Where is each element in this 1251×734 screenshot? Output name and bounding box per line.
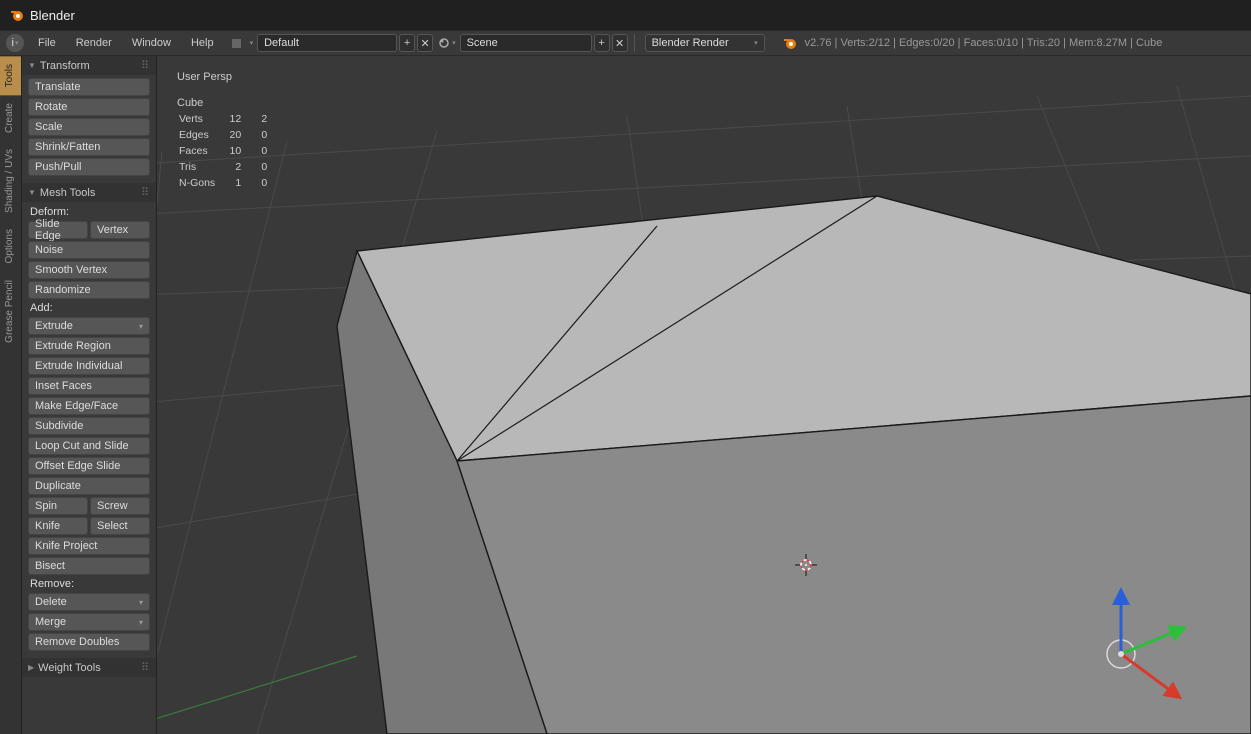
knife-button[interactable]: Knife xyxy=(28,517,88,535)
chevron-icon: ▾ xyxy=(139,322,143,331)
push-pull-button[interactable]: Push/Pull xyxy=(28,158,150,176)
viewport-overlay-stats: User Persp Cube Verts122 Edges200 Faces1… xyxy=(177,70,277,192)
make-edge-face-button[interactable]: Make Edge/Face xyxy=(28,397,150,415)
tab-tools[interactable]: Tools xyxy=(0,56,21,95)
info-editor-icon[interactable]: i▾ xyxy=(6,34,24,52)
titlebar-title: Blender xyxy=(30,8,75,23)
tab-create[interactable]: Create xyxy=(0,95,21,141)
screw-button[interactable]: Screw xyxy=(90,497,150,515)
panel-title: Weight Tools xyxy=(38,662,101,674)
layout-name-field[interactable]: Default xyxy=(257,34,397,52)
menu-help[interactable]: Help xyxy=(181,37,224,49)
remove-doubles-button[interactable]: Remove Doubles xyxy=(28,633,150,651)
table-row: Edges200 xyxy=(179,128,275,142)
stats-text: v2.76 | Verts:2/12 | Edges:0/20 | Faces:… xyxy=(805,37,1163,49)
layout-add-button[interactable]: + xyxy=(399,34,415,52)
delete-button[interactable]: Delete▾ xyxy=(28,593,150,611)
separator xyxy=(634,34,635,52)
loop-cut-button[interactable]: Loop Cut and Slide xyxy=(28,437,150,455)
offset-edge-slide-button[interactable]: Offset Edge Slide xyxy=(28,457,150,475)
add-label: Add: xyxy=(26,300,152,316)
chevron-icon: ▾ xyxy=(139,618,143,627)
merge-button[interactable]: Merge▾ xyxy=(28,613,150,631)
3d-viewport[interactable]: User Persp Cube Verts122 Edges200 Faces1… xyxy=(157,56,1251,734)
scene-name-field[interactable]: Scene xyxy=(460,34,592,52)
menu-file[interactable]: File xyxy=(28,37,66,49)
tool-panel: ▼ Transform ⠿ Translate Rotate Scale Shr… xyxy=(22,56,157,734)
duplicate-button[interactable]: Duplicate xyxy=(28,477,150,495)
panel-transform-header[interactable]: ▼ Transform ⠿ xyxy=(22,56,156,75)
menubar: i▾ File Render Window Help ▾ Default + ✕… xyxy=(0,30,1251,56)
tab-shading-uvs[interactable]: Shading / UVs xyxy=(0,141,21,221)
panel-title: Mesh Tools xyxy=(40,187,95,199)
knife-select-button[interactable]: Select xyxy=(90,517,150,535)
renderer-select[interactable]: Blender Render▾ xyxy=(645,34,765,52)
extrude-individual-button[interactable]: Extrude Individual xyxy=(28,357,150,375)
titlebar: Blender xyxy=(0,0,1251,30)
expand-icon: ▶ xyxy=(28,663,34,672)
scene-browse-icon[interactable] xyxy=(437,36,451,50)
panel-mesh-header[interactable]: ▼ Mesh Tools ⠿ xyxy=(22,183,156,202)
spin-button[interactable]: Spin xyxy=(28,497,88,515)
table-row: Faces100 xyxy=(179,144,275,158)
randomize-button[interactable]: Randomize xyxy=(28,281,150,299)
grip-icon: ⠿ xyxy=(141,661,150,674)
collapse-icon: ▼ xyxy=(28,188,36,197)
layout-browse-icon[interactable] xyxy=(226,34,248,52)
mesh-stats-table: Verts122 Edges200 Faces100 Tris20 N-Gons… xyxy=(177,110,277,192)
knife-project-button[interactable]: Knife Project xyxy=(28,537,150,555)
rotate-button[interactable]: Rotate xyxy=(28,98,150,116)
inset-faces-button[interactable]: Inset Faces xyxy=(28,377,150,395)
slide-vertex-button[interactable]: Vertex xyxy=(90,221,150,239)
chevron-icon: ▾ xyxy=(139,598,143,607)
scene-delete-button[interactable]: ✕ xyxy=(612,34,628,52)
view-persp-label: User Persp xyxy=(177,70,277,84)
viewport-mesh-render xyxy=(157,56,1251,734)
table-row: N-Gons10 xyxy=(179,176,275,190)
translate-button[interactable]: Translate xyxy=(28,78,150,96)
noise-button[interactable]: Noise xyxy=(28,241,150,259)
tab-options[interactable]: Options xyxy=(0,221,21,271)
object-name-label: Cube xyxy=(177,96,277,110)
tool-tabs: Tools Create Shading / UVs Options Greas… xyxy=(0,56,22,734)
grip-icon: ⠿ xyxy=(141,186,150,199)
menu-window[interactable]: Window xyxy=(122,37,181,49)
remove-label: Remove: xyxy=(26,576,152,592)
grip-icon: ⠿ xyxy=(141,59,150,72)
panel-weight-header[interactable]: ▶ Weight Tools ⠿ xyxy=(22,658,156,677)
menu-render[interactable]: Render xyxy=(66,37,122,49)
slide-edge-button[interactable]: Slide Edge xyxy=(28,221,88,239)
scale-button[interactable]: Scale xyxy=(28,118,150,136)
panel-title: Transform xyxy=(40,60,90,72)
layout-delete-button[interactable]: ✕ xyxy=(417,34,433,52)
smooth-vertex-button[interactable]: Smooth Vertex xyxy=(28,261,150,279)
subdivide-button[interactable]: Subdivide xyxy=(28,417,150,435)
blender-logo-icon xyxy=(8,7,24,23)
table-row: Verts122 xyxy=(179,112,275,126)
shrink-fatten-button[interactable]: Shrink/Fatten xyxy=(28,138,150,156)
table-row: Tris20 xyxy=(179,160,275,174)
tab-grease-pencil[interactable]: Grease Pencil xyxy=(0,272,21,351)
bisect-button[interactable]: Bisect xyxy=(28,557,150,575)
extrude-region-button[interactable]: Extrude Region xyxy=(28,337,150,355)
scene-add-button[interactable]: + xyxy=(594,34,610,52)
collapse-icon: ▼ xyxy=(28,61,36,70)
extrude-button[interactable]: Extrude▾ xyxy=(28,317,150,335)
blender-small-icon xyxy=(781,35,797,51)
